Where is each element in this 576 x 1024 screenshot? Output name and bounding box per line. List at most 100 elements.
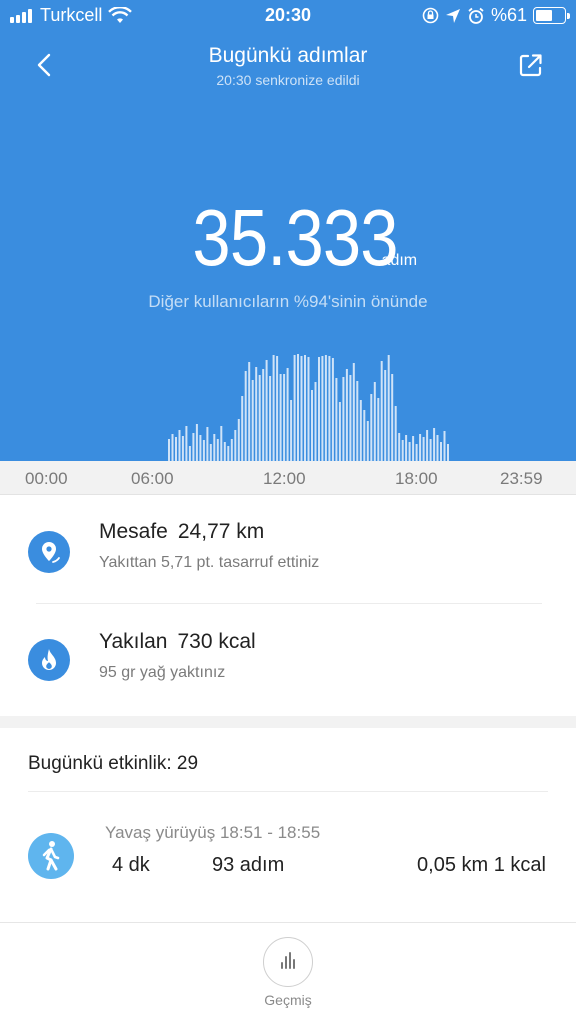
histogram-bar — [384, 370, 387, 461]
histogram-bar — [206, 427, 209, 461]
histogram-bar — [244, 371, 247, 461]
histogram-bar — [373, 382, 376, 461]
histogram-bar — [318, 357, 320, 461]
histogram-bar — [272, 355, 275, 461]
steps-histogram[interactable] — [0, 330, 576, 461]
histogram-bar — [202, 440, 205, 461]
histogram-bar — [283, 374, 286, 461]
histogram-bar — [258, 375, 261, 461]
histogram-bar — [436, 435, 439, 461]
histogram-bar — [199, 435, 202, 461]
history-button[interactable] — [263, 937, 313, 987]
histogram-bar — [300, 356, 303, 461]
histogram-bar — [265, 360, 268, 461]
distance-row[interactable]: Mesafe 24,77 km Yakıttan 5,71 pt. tasarru… — [0, 496, 576, 606]
histogram-bar — [175, 437, 177, 461]
histogram-bar — [192, 433, 195, 461]
battery-percent: %61 — [490, 5, 527, 25]
histogram-bar — [380, 361, 383, 461]
histogram-bar — [349, 375, 352, 461]
histogram-bar — [377, 398, 380, 461]
histogram-bar — [370, 394, 373, 461]
histogram-bar — [324, 355, 327, 461]
histogram-bar — [213, 434, 216, 461]
histogram-bar — [440, 442, 442, 461]
histogram-bar — [262, 369, 265, 461]
histogram-bar — [447, 444, 449, 461]
axis-label: 06:00 — [131, 469, 174, 488]
activity-distance-calories: 0,05 km 1 kcal — [417, 854, 546, 876]
histogram-bar — [443, 431, 446, 461]
calories-value: 730 kcal — [177, 630, 256, 653]
section-gap — [0, 716, 576, 728]
histogram-bar — [279, 374, 282, 461]
histogram-bar — [321, 356, 324, 461]
status-bar: Turkcell 20:30 %61 — [0, 0, 576, 32]
distance-subtext: Yakıttan 5,71 pt. tasarruf ettiniz — [99, 554, 320, 571]
histogram-bar — [297, 354, 299, 461]
histogram-bar — [426, 430, 429, 461]
location-pin-icon — [28, 531, 70, 573]
histogram-bar — [276, 356, 279, 461]
histogram-bar — [255, 367, 258, 461]
histogram-bar — [433, 428, 436, 461]
rank-text: Diğer kullanıcıların %94'sinin önünde — [148, 292, 428, 311]
walking-person-icon — [28, 833, 74, 879]
histogram-bar — [181, 436, 184, 461]
axis-label: 23:59 — [500, 469, 543, 488]
histogram-bar — [342, 377, 345, 461]
histogram-bar — [293, 355, 296, 461]
histogram-bar — [237, 419, 240, 461]
histogram-bar — [209, 444, 212, 461]
alarm-icon — [468, 7, 484, 24]
histogram-bar — [171, 434, 174, 461]
sync-status: 20:30 senkronize edildi — [216, 72, 360, 88]
activity-count-heading: Bugünkü etkinlik: 29 — [28, 753, 199, 774]
histogram-bar — [338, 402, 341, 461]
histogram-bar — [248, 362, 251, 461]
histogram-bar — [241, 396, 244, 461]
histogram-bar — [352, 363, 355, 461]
calories-row[interactable]: Yakılan 730 kcal 95 gr yağ yaktınız — [0, 604, 576, 714]
history-label[interactable]: Geçmiş — [0, 992, 576, 1008]
histogram-bar — [230, 439, 233, 461]
histogram-bar — [314, 382, 317, 461]
histogram-bar — [387, 355, 390, 461]
steps-total: 35.333adım — [0, 192, 576, 284]
histogram-bar — [220, 426, 223, 461]
distance-label: Mesafe — [99, 520, 168, 543]
histogram-bar — [398, 433, 401, 461]
histogram-bar — [216, 439, 219, 461]
time-axis: 00:00 06:00 12:00 18:00 23:59 — [0, 461, 576, 495]
bottom-tab-bar: Geçmiş — [0, 922, 576, 1024]
histogram-bar — [168, 439, 170, 461]
histogram-bar — [391, 374, 394, 461]
histogram-bar — [422, 437, 425, 461]
histogram-bar — [363, 410, 366, 461]
share-icon — [519, 54, 542, 77]
steps-header: Turkcell 20:30 %61 Bugünkü adımlar 20:30… — [0, 0, 576, 461]
histogram-bar — [366, 421, 369, 461]
histogram-bar — [394, 406, 397, 461]
page-title: Bugünkü adımlar — [208, 44, 368, 67]
flame-icon — [28, 639, 70, 681]
histogram-bar — [185, 426, 188, 461]
calories-title: Yakılan 730 kcal — [99, 630, 256, 654]
battery-icon — [533, 7, 570, 24]
histogram-bar — [227, 446, 230, 461]
histogram-bar — [178, 430, 181, 461]
bar-chart-icon — [281, 952, 295, 969]
histogram-bar — [223, 442, 226, 461]
activity-duration: 4 dk — [112, 854, 150, 876]
axis-label: 00:00 — [25, 469, 68, 488]
histogram-bar — [419, 434, 422, 461]
activity-steps: 93 adım — [212, 854, 285, 876]
rotation-lock-icon — [422, 7, 439, 24]
histogram-bar — [307, 357, 310, 461]
share-button[interactable] — [516, 50, 546, 80]
histogram-bar — [345, 369, 348, 461]
histogram-bar — [195, 424, 198, 461]
histogram-bar — [359, 400, 362, 461]
histogram-bar — [188, 446, 191, 461]
divider — [28, 791, 548, 792]
